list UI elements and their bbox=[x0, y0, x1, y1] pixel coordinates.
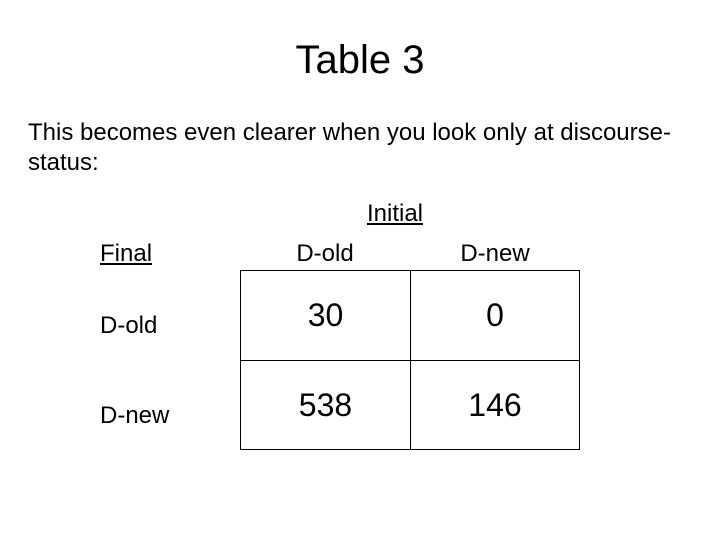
cell-dnew-dold: 538 bbox=[240, 360, 410, 450]
slide: Table 3 This becomes even clearer when y… bbox=[0, 0, 720, 540]
data-table: 30 0 538 146 bbox=[240, 270, 580, 450]
page-title: Table 3 bbox=[0, 38, 720, 83]
rows-axis-title: Final bbox=[100, 240, 152, 268]
column-header-d-old: D-old bbox=[240, 240, 410, 268]
slide-subtitle: This becomes even clearer when you look … bbox=[28, 118, 692, 178]
row-header-d-old: D-old bbox=[100, 312, 157, 340]
cell-dold-dnew: 0 bbox=[410, 270, 580, 360]
columns-axis-title: Initial bbox=[310, 200, 480, 228]
column-header-d-new: D-new bbox=[410, 240, 580, 268]
cell-dnew-dnew: 146 bbox=[410, 360, 580, 450]
row-header-d-new: D-new bbox=[100, 402, 169, 430]
cell-dold-dold: 30 bbox=[240, 270, 410, 360]
